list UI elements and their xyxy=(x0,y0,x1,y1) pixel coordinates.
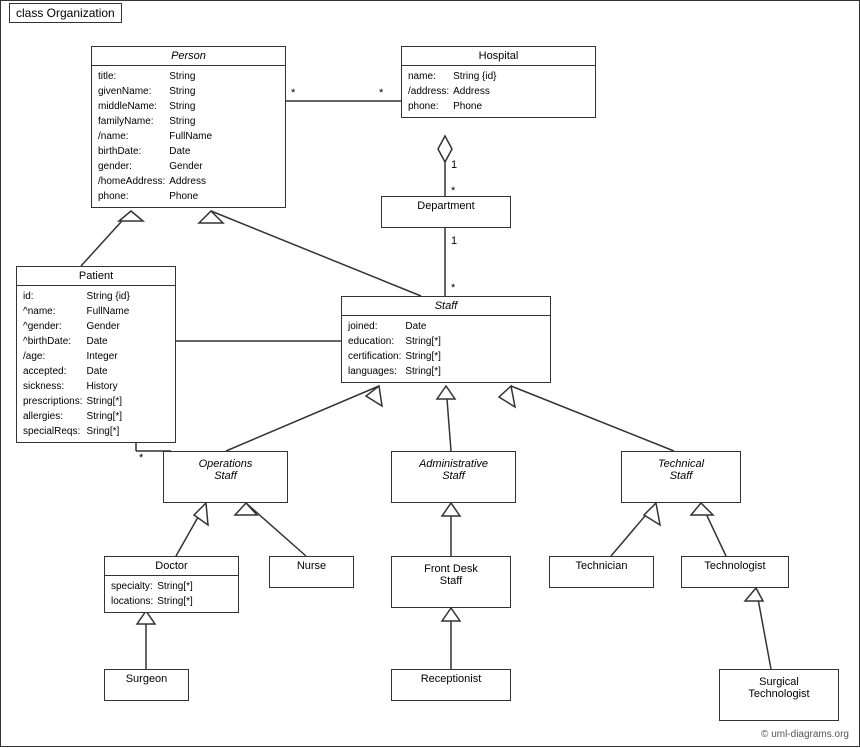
technical-staff-title: TechnicalStaff xyxy=(622,452,740,485)
front-desk-staff-title: Front DeskStaff xyxy=(392,557,510,590)
diagram-container: class Organization * * 1 * 1 * * * xyxy=(0,0,860,747)
svg-text:*: * xyxy=(291,87,296,99)
person-class: Person title:String givenName:String mid… xyxy=(91,46,286,208)
surgeon-class: Surgeon xyxy=(104,669,189,701)
front-desk-staff-class: Front DeskStaff xyxy=(391,556,511,608)
svg-text:1: 1 xyxy=(451,159,457,171)
patient-class: Patient id:String {id} ^name:FullName ^g… xyxy=(16,266,176,443)
person-title: Person xyxy=(92,47,285,66)
receptionist-title: Receptionist xyxy=(392,670,510,688)
technician-title: Technician xyxy=(550,557,653,575)
diagram-title: class Organization xyxy=(9,3,122,23)
department-title: Department xyxy=(382,197,510,215)
operations-staff-class: OperationsStaff xyxy=(163,451,288,503)
technical-staff-class: TechnicalStaff xyxy=(621,451,741,503)
person-body: title:String givenName:String middleName… xyxy=(92,66,285,207)
svg-text:1: 1 xyxy=(451,235,457,247)
hospital-title: Hospital xyxy=(402,47,595,66)
staff-title: Staff xyxy=(342,297,550,316)
surgical-technologist-class: SurgicalTechnologist xyxy=(719,669,839,721)
surgical-technologist-title: SurgicalTechnologist xyxy=(720,670,838,703)
doctor-class: Doctor specialty:String[*] locations:Str… xyxy=(104,556,239,613)
svg-text:*: * xyxy=(139,452,144,464)
operations-staff-title: OperationsStaff xyxy=(164,452,287,485)
technologist-class: Technologist xyxy=(681,556,789,588)
administrative-staff-class: AdministrativeStaff xyxy=(391,451,516,503)
hospital-class: Hospital name:String {id} /address:Addre… xyxy=(401,46,596,118)
receptionist-class: Receptionist xyxy=(391,669,511,701)
svg-text:*: * xyxy=(379,87,384,99)
technologist-title: Technologist xyxy=(682,557,788,575)
doctor-body: specialty:String[*] locations:String[*] xyxy=(105,576,238,612)
doctor-title: Doctor xyxy=(105,557,238,576)
hospital-body: name:String {id} /address:Address phone:… xyxy=(402,66,595,117)
patient-body: id:String {id} ^name:FullName ^gender:Ge… xyxy=(17,286,175,442)
administrative-staff-title: AdministrativeStaff xyxy=(392,452,515,485)
copyright: © uml-diagrams.org xyxy=(761,729,849,740)
staff-class: Staff joined:Date education:String[*] ce… xyxy=(341,296,551,383)
surgeon-title: Surgeon xyxy=(105,670,188,688)
technician-class: Technician xyxy=(549,556,654,588)
patient-title: Patient xyxy=(17,267,175,286)
nurse-title: Nurse xyxy=(270,557,353,575)
staff-body: joined:Date education:String[*] certific… xyxy=(342,316,550,382)
nurse-class: Nurse xyxy=(269,556,354,588)
svg-text:*: * xyxy=(451,282,456,294)
department-class: Department xyxy=(381,196,511,228)
